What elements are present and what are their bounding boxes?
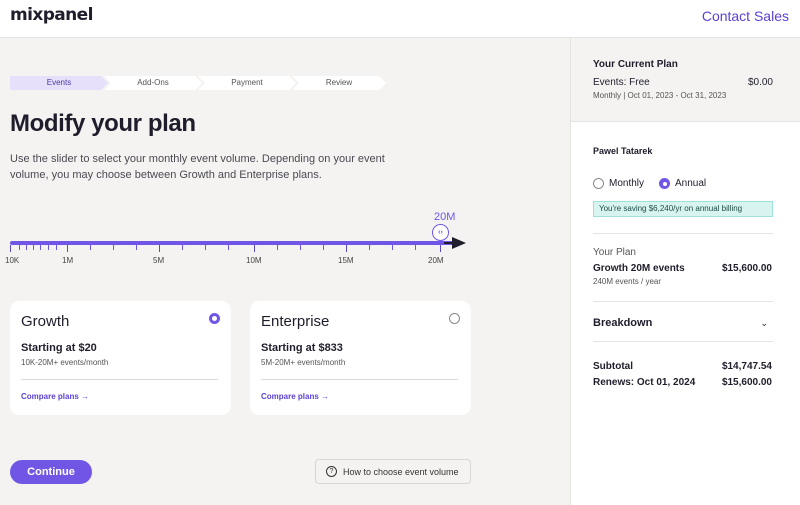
main-panel: Events Add-Ons Payment Review Modify you… bbox=[0, 38, 570, 505]
slider-tick bbox=[159, 245, 160, 252]
plan-name: Enterprise bbox=[261, 313, 330, 330]
tick-label-1m: 1M bbox=[62, 256, 74, 265]
subtotal-label: Subtotal bbox=[593, 361, 633, 372]
mixpanel-logo[interactable]: mixpanel bbox=[10, 5, 93, 25]
slider-tick bbox=[136, 245, 137, 250]
code-brackets-icon: ‹› bbox=[438, 229, 443, 236]
plan-name: Growth bbox=[21, 313, 70, 330]
compare-plans-link[interactable]: Compare plans → bbox=[21, 392, 89, 401]
tick-label-10m: 10M bbox=[246, 256, 262, 265]
how-to-choose-label: How to choose event volume bbox=[343, 466, 459, 477]
plan-price: Starting at $833 bbox=[261, 342, 343, 354]
your-plan-price: $15,600.00 bbox=[721, 263, 772, 274]
card-divider bbox=[261, 379, 458, 380]
slider-tick bbox=[323, 245, 324, 250]
your-plan-events: 240M events / year bbox=[593, 277, 662, 286]
tick-label-20m: 20M bbox=[428, 256, 444, 265]
slider-tick bbox=[90, 245, 91, 250]
plan-radio-enterprise[interactable] bbox=[449, 313, 460, 324]
slider-tick bbox=[369, 245, 370, 250]
contact-sales-link[interactable]: Contact Sales bbox=[702, 8, 789, 24]
slider-tick bbox=[440, 245, 441, 252]
tick-label-10k: 10K bbox=[5, 256, 20, 265]
your-plan-title: Your Plan bbox=[593, 247, 636, 258]
subtotal-value: $14,747.54 bbox=[721, 361, 772, 372]
page-title: Modify your plan bbox=[10, 110, 196, 137]
divider bbox=[593, 341, 773, 342]
annual-saving-badge: You're saving $6,240/yr on annual billin… bbox=[593, 201, 773, 217]
renews-value: $15,600.00 bbox=[721, 377, 772, 388]
slider-tick bbox=[346, 245, 347, 252]
current-plan-price: $0.00 bbox=[747, 77, 773, 88]
step-payment[interactable]: Payment bbox=[198, 76, 296, 90]
slider-tick bbox=[254, 245, 255, 252]
slider-handle[interactable]: ‹› bbox=[432, 224, 449, 241]
step-review[interactable]: Review bbox=[292, 76, 386, 90]
monthly-radio[interactable] bbox=[593, 178, 604, 189]
slider-tick bbox=[48, 245, 49, 250]
card-divider bbox=[21, 379, 218, 380]
slider-tick bbox=[228, 245, 229, 250]
slider-tick bbox=[277, 245, 278, 250]
plan-card-growth[interactable]: Growth Starting at $20 10K-20M+ events/m… bbox=[10, 301, 231, 415]
slider-tick bbox=[40, 245, 41, 250]
annual-label[interactable]: Annual bbox=[675, 178, 706, 189]
slider-tick bbox=[26, 245, 27, 250]
divider bbox=[593, 233, 773, 234]
current-plan-period: Monthly | Oct 01, 2023 - Oct 31, 2023 bbox=[593, 91, 727, 100]
event-volume-slider[interactable] bbox=[10, 241, 458, 245]
chevron-down-icon[interactable]: ⌄ bbox=[760, 318, 768, 329]
plan-events: 10K-20M+ events/month bbox=[21, 358, 109, 367]
checkout-stepper: Events Add-Ons Payment Review bbox=[10, 76, 390, 90]
user-name: Pawel Tatarek bbox=[593, 146, 653, 156]
top-bar: mixpanel Contact Sales bbox=[0, 0, 800, 38]
monthly-label[interactable]: Monthly bbox=[609, 178, 644, 189]
plan-radio-growth[interactable] bbox=[209, 313, 220, 324]
slider-tick bbox=[67, 245, 68, 252]
continue-button[interactable]: Continue bbox=[10, 460, 92, 484]
compare-plans-link[interactable]: Compare plans → bbox=[261, 392, 329, 401]
billing-toggle: Monthly Annual bbox=[593, 178, 721, 189]
step-add-ons[interactable]: Add-Ons bbox=[104, 76, 202, 90]
tick-label-5m: 5M bbox=[153, 256, 165, 265]
plan-card-enterprise[interactable]: Enterprise Starting at $833 5M-20M+ even… bbox=[250, 301, 471, 415]
slider-tick bbox=[19, 245, 20, 250]
current-plan-section: Your Current Plan Events: Free $0.00 Mon… bbox=[571, 38, 800, 122]
plan-events: 5M-20M+ events/month bbox=[261, 358, 346, 367]
slider-tick bbox=[205, 245, 206, 250]
page-description: Use the slider to select your monthly ev… bbox=[10, 153, 385, 181]
slider-arrow-icon bbox=[452, 237, 466, 249]
order-summary-sidebar: Your Current Plan Events: Free $0.00 Mon… bbox=[570, 38, 800, 505]
slider-tick bbox=[113, 245, 114, 250]
slider-tick bbox=[300, 245, 301, 250]
breakdown-toggle[interactable]: Breakdown bbox=[593, 317, 652, 329]
current-plan-title: Your Current Plan bbox=[593, 59, 678, 70]
annual-radio[interactable] bbox=[659, 178, 671, 189]
your-plan-name: Growth 20M events bbox=[593, 263, 685, 274]
slider-tick bbox=[415, 245, 416, 250]
current-plan-events: Events: Free bbox=[593, 77, 650, 88]
plan-price: Starting at $20 bbox=[21, 342, 97, 354]
step-events[interactable]: Events bbox=[10, 76, 108, 90]
renews-label: Renews: Oct 01, 2024 bbox=[593, 377, 696, 388]
how-to-choose-button[interactable]: ? How to choose event volume bbox=[315, 459, 471, 484]
slider-selected-value: 20M bbox=[434, 211, 456, 223]
slider-tick bbox=[56, 245, 57, 250]
help-icon: ? bbox=[326, 466, 337, 477]
tick-label-15m: 15M bbox=[338, 256, 354, 265]
slider-tick bbox=[182, 245, 183, 250]
slider-tick bbox=[10, 245, 11, 252]
divider bbox=[593, 301, 773, 302]
slider-tick bbox=[392, 245, 393, 250]
slider-tick bbox=[33, 245, 34, 250]
